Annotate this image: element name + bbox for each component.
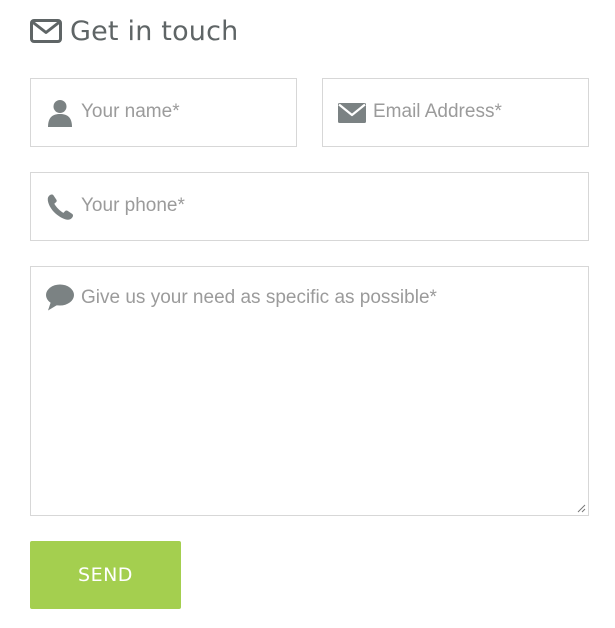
email-field[interactable]: Email Address* (322, 78, 589, 147)
page-title: Get in touch (70, 15, 239, 47)
phone-field[interactable]: Your phone* (30, 172, 589, 241)
speech-bubble-icon (46, 284, 74, 311)
name-field[interactable]: Your name* (30, 78, 297, 147)
envelope-outline-icon (30, 19, 62, 43)
email-placeholder: Email Address* (373, 101, 502, 122)
envelope-icon (338, 103, 366, 123)
form-heading: Get in touch (30, 12, 238, 50)
phone-placeholder: Your phone* (81, 195, 185, 216)
user-icon (48, 100, 72, 127)
message-placeholder: Give us your need as specific as possibl… (81, 287, 437, 308)
message-textarea[interactable]: Give us your need as specific as possibl… (30, 266, 589, 516)
send-button[interactable]: SEND (30, 541, 181, 609)
resize-handle-icon[interactable] (576, 503, 586, 513)
phone-icon (47, 194, 73, 220)
name-placeholder: Your name* (81, 101, 180, 122)
